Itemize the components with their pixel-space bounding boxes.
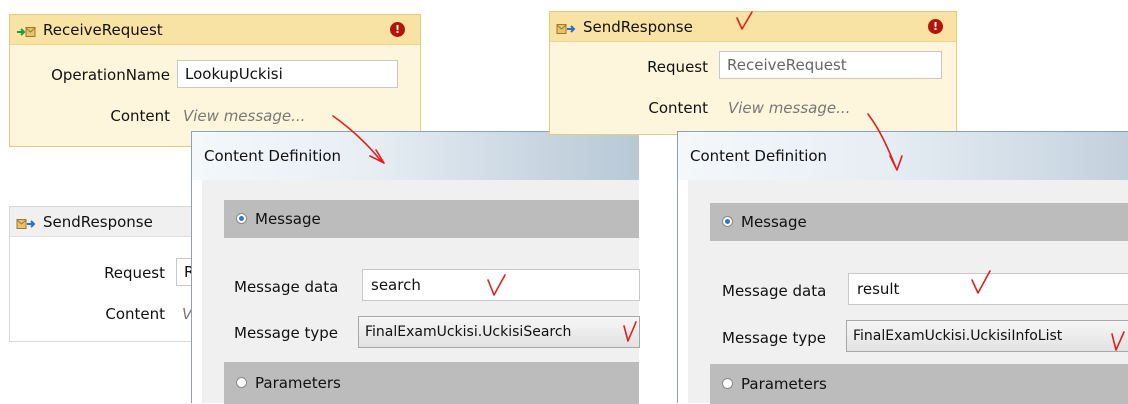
message-data-label-left: Message data xyxy=(234,278,339,296)
dialog-body-right: Message Message data result Message type… xyxy=(688,180,1128,404)
error-icon-right[interactable]: ! xyxy=(928,19,943,34)
error-icon[interactable]: ! xyxy=(390,22,405,37)
send-response-title-right: SendResponse xyxy=(583,17,693,36)
request-label-left: Request xyxy=(104,264,165,282)
message-option-label-left: Message xyxy=(255,210,321,228)
message-radio-left[interactable] xyxy=(236,213,247,224)
request-label-right: Request xyxy=(647,58,708,76)
message-option-bar-left[interactable]: Message xyxy=(224,200,639,238)
dialog-title-right: Content Definition xyxy=(690,147,828,165)
view-message-link-right[interactable]: View message... xyxy=(728,99,850,117)
message-type-dropdown-right[interactable]: FinalExamUckisi.UckisiInfoList xyxy=(846,320,1128,352)
dialog-title-bar-right[interactable]: Content Definition xyxy=(678,132,1128,180)
content-label-right: Content xyxy=(648,99,708,117)
message-data-input-left[interactable]: search xyxy=(362,269,640,301)
dialog-title-bar-left[interactable]: Content Definition xyxy=(192,132,639,180)
message-type-dropdown-left[interactable]: FinalExamUckisi.UckisiSearch xyxy=(358,316,640,348)
message-type-label-right: Message type xyxy=(722,329,827,347)
message-radio-right[interactable] xyxy=(722,216,733,227)
request-input-right[interactable]: ReceiveRequest xyxy=(719,51,942,79)
content-definition-dialog-right[interactable]: Content Definition Message Message data … xyxy=(677,131,1128,404)
parameters-option-label-left: Parameters xyxy=(255,374,341,392)
operation-name-label: OperationName xyxy=(51,66,170,84)
parameters-radio-right[interactable] xyxy=(722,378,733,389)
parameters-option-bar-right[interactable]: Parameters xyxy=(710,364,1128,404)
content-label-left: Content xyxy=(105,305,165,323)
receive-activity-icon xyxy=(16,24,36,37)
dialog-body-left: Message Message data search Message type… xyxy=(202,180,640,404)
send-response-title-left: SendResponse xyxy=(43,212,153,231)
parameters-radio-left[interactable] xyxy=(236,377,247,388)
send-activity-icon-right xyxy=(556,21,576,34)
send-response-header-left[interactable]: SendResponse xyxy=(10,207,198,237)
message-option-label-right: Message xyxy=(741,213,807,231)
content-label: Content xyxy=(110,107,170,125)
message-type-label-left: Message type xyxy=(234,324,339,342)
message-option-bar-right[interactable]: Message xyxy=(710,203,1128,241)
send-activity-icon xyxy=(16,216,36,229)
parameters-option-bar-left[interactable]: Parameters xyxy=(224,362,639,404)
message-data-input-right[interactable]: result xyxy=(848,273,1128,305)
receive-request-title: ReceiveRequest xyxy=(43,20,163,39)
receive-request-activity[interactable]: ReceiveRequest ! OperationName LookupUck… xyxy=(9,14,421,147)
dialog-title-left: Content Definition xyxy=(204,147,342,165)
send-response-header-right[interactable]: SendResponse ! xyxy=(550,12,956,42)
view-message-link[interactable]: View message... xyxy=(183,107,305,125)
message-data-label-right: Message data xyxy=(722,282,827,300)
parameters-option-label-right: Parameters xyxy=(741,375,827,393)
receive-request-header[interactable]: ReceiveRequest ! xyxy=(10,15,420,45)
send-response-activity-left[interactable]: SendResponse Request R Content V xyxy=(9,206,216,342)
content-definition-dialog-left[interactable]: Content Definition Message Message data … xyxy=(191,131,640,404)
send-response-activity-right[interactable]: SendResponse ! Request ReceiveRequest Co… xyxy=(549,11,957,135)
operation-name-input[interactable]: LookupUckisi xyxy=(177,60,398,88)
